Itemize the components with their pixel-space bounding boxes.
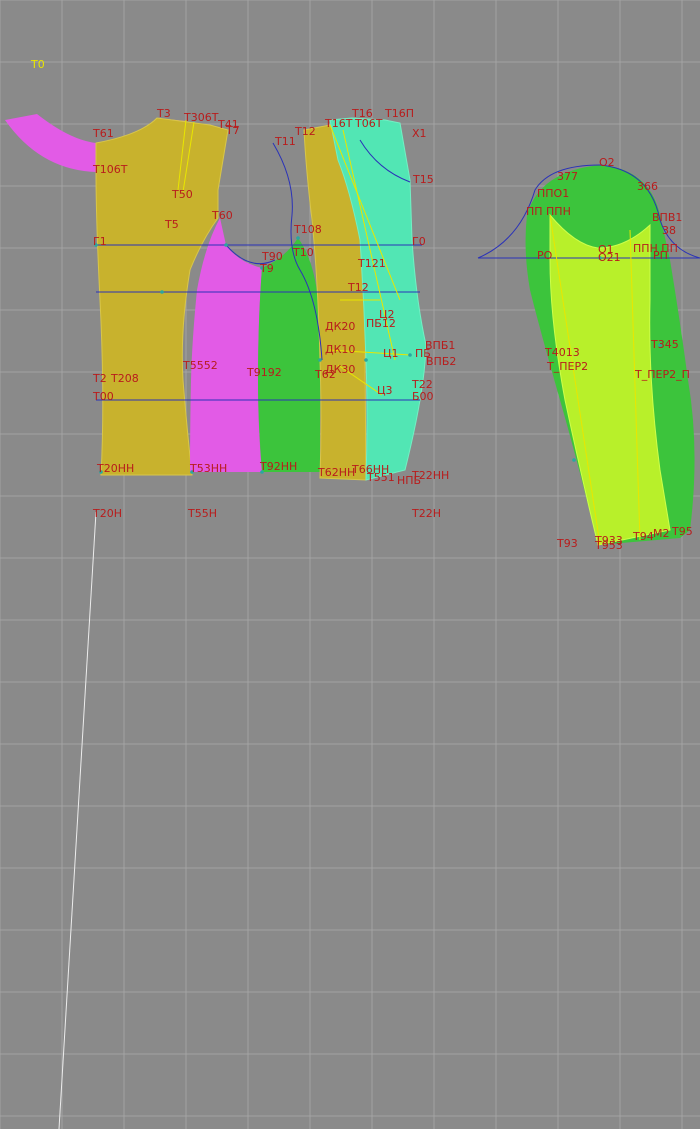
label-t20hh: T20HH <box>96 462 134 475</box>
label-vpb1b: ВПВ1 <box>652 211 682 224</box>
label-s38: 38 <box>662 224 676 237</box>
label-t106t: T106T <box>92 163 128 176</box>
label-t06t: T06T <box>354 117 383 130</box>
label-t2: T2 <box>92 372 107 385</box>
label-ro: РО <box>537 249 553 262</box>
label-t12b: T12 <box>347 281 369 294</box>
label-t-per2: T_ПЕР2 <box>546 360 588 373</box>
label-u1: Ц1 <box>383 347 399 360</box>
label-t11: T11 <box>274 135 296 148</box>
label-m2: М2 <box>653 527 670 540</box>
label-rp: РП <box>653 249 668 262</box>
label-t16p: T16П <box>384 107 414 120</box>
label-g0: Г0 <box>412 235 426 248</box>
label-x1: X1 <box>412 127 427 140</box>
label-pp-ppn: ПП ППН <box>526 205 571 218</box>
label-t306: T306T <box>183 111 219 124</box>
label-u3: Ц3 <box>377 384 393 397</box>
label-t121: T121 <box>357 257 386 270</box>
label-t108: T108 <box>293 223 322 236</box>
label-t912: T9192 <box>246 366 282 379</box>
label-t10: T10 <box>292 246 314 259</box>
label-hpb: НПБ <box>397 474 421 487</box>
label-t93: T93 <box>556 537 578 550</box>
label-o2: O2 <box>599 156 615 169</box>
label-t61: T61 <box>92 127 114 140</box>
label-t552: T5552 <box>182 359 218 372</box>
label-t92hh: T92HH <box>259 460 297 473</box>
label-t-per2b: T_ПЕР2_П <box>634 368 690 381</box>
label-g1: Г1 <box>93 235 107 248</box>
label-t55h: T55H <box>187 507 217 520</box>
label-dk30: ДК30 <box>325 363 355 376</box>
label-t345: T345 <box>650 338 679 351</box>
label-dk10: ДК10 <box>325 343 355 356</box>
label-t53hh: T53HH <box>189 462 227 475</box>
label-t60: T60 <box>211 209 233 222</box>
label-t16a: T16T <box>324 117 353 130</box>
label-dk20: ДК20 <box>325 320 355 333</box>
label-b00: Б00 <box>412 390 434 403</box>
label-t95: T95 <box>671 525 693 538</box>
label-t00: T00 <box>92 390 114 403</box>
label-t953: T953 <box>594 539 623 552</box>
label-s366: 366 <box>637 180 658 193</box>
label-t3: T3 <box>156 107 171 120</box>
label-ppo1: ППО1 <box>537 187 569 200</box>
label-t7: T7 <box>225 124 240 137</box>
label-t22h: T22H <box>411 507 441 520</box>
label-t94: T94 <box>632 530 654 543</box>
label-pb12: ПБ12 <box>366 317 396 330</box>
label-t43: T4013 <box>544 346 580 359</box>
label-t15: T15 <box>412 173 434 186</box>
label-s372: 377 <box>557 170 578 183</box>
label-o21: О21 <box>598 251 621 264</box>
label-t20h: T20H <box>92 507 122 520</box>
label-t551: T551 <box>366 471 395 484</box>
label-t12: T12 <box>294 125 316 138</box>
label-t62hh: T62HH <box>317 466 355 479</box>
pattern-canvas[interactable]: T0 T3 T306T T41 T7 T16 T16П T16T T06T X1… <box>0 0 700 1129</box>
label-t50: T50 <box>171 188 193 201</box>
label-t208: T208 <box>110 372 139 385</box>
label-t5: T5 <box>164 218 179 231</box>
origin-label: T0 <box>30 58 45 71</box>
label-vpb2: ВПБ2 <box>426 355 456 368</box>
label-t9: T9 <box>259 262 274 275</box>
